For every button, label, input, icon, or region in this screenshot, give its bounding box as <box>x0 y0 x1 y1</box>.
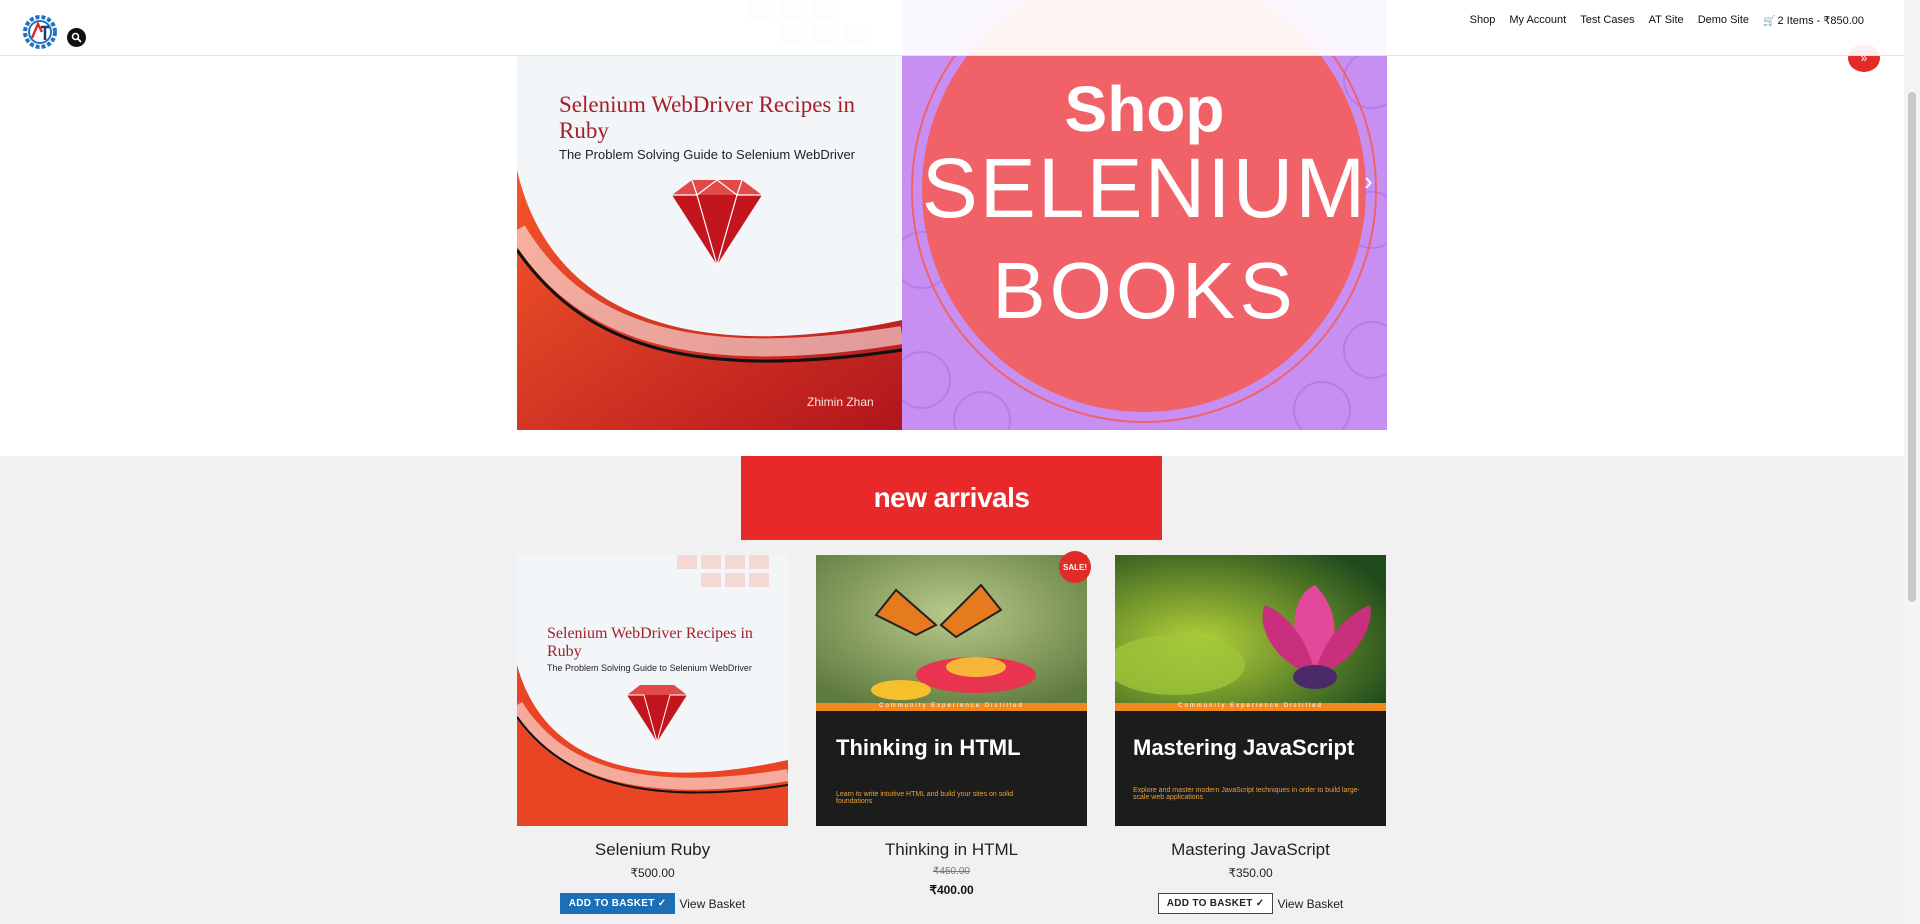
hero-shop-line2: SELENIUM <box>921 141 1368 235</box>
button-label: ADD TO BASKET <box>1166 898 1253 909</box>
product-cover-art <box>517 555 788 826</box>
search-icon <box>71 32 82 43</box>
product-card: Community Experience Distilled Mastering… <box>1115 555 1386 914</box>
scrollbar-thumb[interactable] <box>1908 92 1916 602</box>
hero-book-subtitle: The Problem Solving Guide to Selenium We… <box>559 147 856 162</box>
hero-book-cover: Selenium WebDriver Recipes in Ruby The P… <box>517 0 902 430</box>
nav-demo-site[interactable]: Demo Site <box>1698 14 1749 27</box>
view-basket-link[interactable]: View Basket <box>679 897 745 911</box>
cover-band: Community Experience Distilled <box>879 703 1024 709</box>
cover-title: Mastering JavaScript <box>1133 735 1355 760</box>
product-title[interactable]: Mastering JavaScript <box>1115 840 1386 860</box>
product-cover-art <box>1115 555 1386 826</box>
product-image-thinking-in-html[interactable]: Community Experience Distilled Thinking … <box>816 555 1087 826</box>
product-image-selenium-ruby[interactable]: Selenium WebDriver Recipes in Ruby The P… <box>517 555 788 826</box>
nav-test-cases[interactable]: Test Cases <box>1580 14 1634 27</box>
hero-book-author: Zhimin Zhan <box>807 395 874 409</box>
button-label: ADD TO BASKET <box>568 898 655 909</box>
product-title[interactable]: Thinking in HTML <box>816 840 1087 860</box>
hero-slider[interactable]: Selenium WebDriver Recipes in Ruby The P… <box>517 0 1387 430</box>
product-price-original: ₹450.00 <box>933 866 970 877</box>
nav-cart[interactable]: 🛒 2 Items - ₹850.00 <box>1763 14 1864 27</box>
slider-next-arrow[interactable]: › <box>1364 166 1373 197</box>
search-button[interactable] <box>67 28 86 47</box>
product-cover-art <box>816 555 1087 826</box>
product-price-sale: ₹400.00 <box>929 883 974 897</box>
product-title[interactable]: Selenium Ruby <box>517 840 788 860</box>
view-basket-link[interactable]: View Basket <box>1277 897 1343 911</box>
product-card: SALE! Community Experience Distilled Thi… <box>816 551 1091 897</box>
nav-my-account[interactable]: My Account <box>1509 14 1566 27</box>
hero-shop-line3: BOOKS <box>992 246 1297 335</box>
cart-summary: 2 Items - ₹850.00 <box>1777 15 1865 27</box>
main-nav: Shop My Account Test Cases AT Site Demo … <box>1470 14 1864 27</box>
cover-band: Community Experience Distilled <box>1178 703 1323 709</box>
cover-subtitle: The Problem Solving Guide to Selenium We… <box>547 663 752 673</box>
product-card: Selenium WebDriver Recipes in Ruby The P… <box>517 555 788 914</box>
product-actions: ADD TO BASKET ✓ View Basket <box>1115 893 1386 914</box>
page-scrollbar[interactable] <box>1904 0 1920 924</box>
nav-shop[interactable]: Shop <box>1470 14 1496 27</box>
check-icon: ✓ <box>1255 898 1265 909</box>
hero-shop-banner: Shop SELENIUM BOOKS › <box>902 0 1387 430</box>
hero-book-title: Selenium WebDriver Recipes in Ruby <box>559 92 856 143</box>
add-to-basket-button[interactable]: ADD TO BASKET ✓ <box>1157 893 1274 914</box>
site-logo[interactable]: AT <box>21 13 59 51</box>
site-header: AT Shop My Account Test Cases AT Site De… <box>0 0 1904 56</box>
product-price: ₹350.00 <box>1228 866 1273 880</box>
new-arrivals-heading: new arrivals <box>741 456 1162 540</box>
cover-title: Thinking in HTML <box>836 735 1021 760</box>
cover-title: Selenium WebDriver Recipes in Ruby <box>547 625 753 660</box>
product-image-mastering-javascript[interactable]: Community Experience Distilled Mastering… <box>1115 555 1386 826</box>
nav-at-site[interactable]: AT Site <box>1649 14 1684 27</box>
cart-icon: 🛒 <box>1763 16 1776 27</box>
product-actions: ADD TO BASKET ✓ View Basket <box>517 893 788 914</box>
cover-text: Explore and master modern JavaScript tec… <box>1133 787 1360 801</box>
cover-text: Learn to write intuitive HTML and build … <box>836 791 1014 805</box>
gear-logo-icon <box>23 15 57 49</box>
hero-book-art <box>517 0 902 430</box>
add-to-basket-button[interactable]: ADD TO BASKET ✓ <box>559 893 676 914</box>
page: Selenium WebDriver Recipes in Ruby The P… <box>0 0 1920 924</box>
product-price: ₹500.00 <box>630 866 675 880</box>
check-icon: ✓ <box>657 898 667 909</box>
hero-shop-line1: Shop <box>1064 73 1225 145</box>
sale-badge: SALE! <box>1059 551 1091 583</box>
